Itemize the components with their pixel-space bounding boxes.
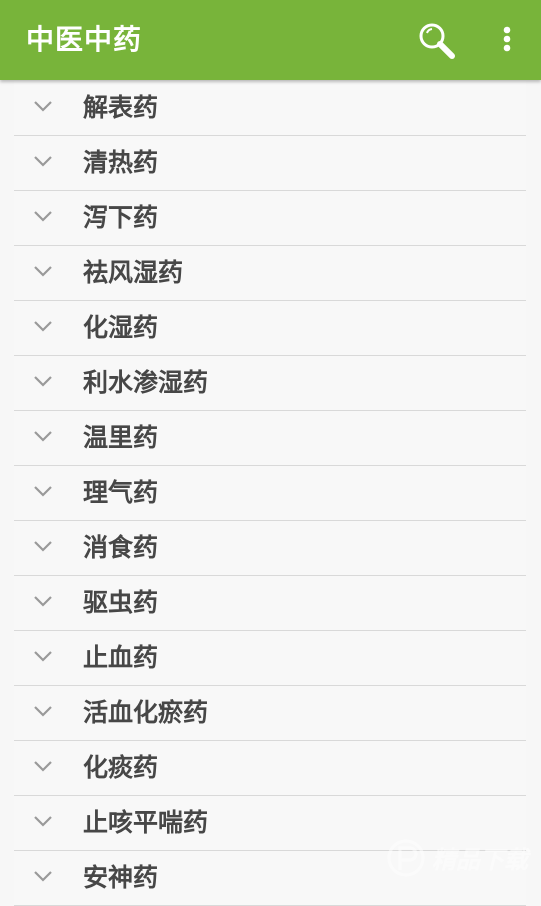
category-row[interactable]: 温里药 xyxy=(14,411,526,466)
category-row[interactable]: 驱虫药 xyxy=(14,576,526,631)
category-label: 化湿药 xyxy=(83,313,159,342)
category-row[interactable]: 清热药 xyxy=(14,136,526,191)
watermark-text: 精品下载 xyxy=(432,846,532,874)
category-row[interactable]: 止血药 xyxy=(14,631,526,686)
category-row[interactable]: 消食药 xyxy=(14,521,526,576)
chevron-down-icon xyxy=(34,761,52,772)
category-label: 理气药 xyxy=(83,478,159,507)
app-bar: 中医中药 xyxy=(0,0,541,80)
overflow-menu-button[interactable] xyxy=(490,18,524,64)
category-label: 温里药 xyxy=(83,423,159,452)
chevron-down-icon xyxy=(34,211,52,222)
app-title: 中医中药 xyxy=(26,23,143,56)
chevron-down-icon xyxy=(34,431,52,442)
category-row[interactable]: 化湿药 xyxy=(14,301,526,356)
chevron-down-icon xyxy=(34,541,52,552)
chevron-down-icon xyxy=(34,596,52,607)
category-label: 活血化瘀药 xyxy=(83,698,209,727)
category-label: 化痰药 xyxy=(83,753,159,782)
category-label: 祛风湿药 xyxy=(83,258,184,287)
category-label: 安神药 xyxy=(83,863,159,892)
category-row[interactable]: 利水渗湿药 xyxy=(14,356,526,411)
chevron-down-icon xyxy=(34,376,52,387)
chevron-down-icon xyxy=(34,101,52,112)
category-label: 清热药 xyxy=(83,148,159,177)
search-button[interactable] xyxy=(414,18,460,64)
chevron-down-icon xyxy=(34,871,52,882)
more-vert-icon xyxy=(503,26,511,52)
category-label: 驱虫药 xyxy=(83,588,159,617)
category-label: 解表药 xyxy=(83,93,159,122)
chevron-down-icon xyxy=(34,816,52,827)
chevron-down-icon xyxy=(34,486,52,497)
category-list: 解表药 清热药 泻下药 祛风湿药 化湿药 利水渗湿药 温里药 理气药 消食药 驱… xyxy=(14,81,526,906)
category-row[interactable]: 化痰药 xyxy=(14,741,526,796)
watermark-logo: 精品下载 xyxy=(387,839,532,877)
category-row[interactable]: 解表药 xyxy=(14,81,526,136)
chevron-down-icon xyxy=(34,706,52,717)
chevron-down-icon xyxy=(34,156,52,167)
category-label: 消食药 xyxy=(83,533,159,562)
chevron-down-icon xyxy=(34,321,52,332)
category-label: 利水渗湿药 xyxy=(83,368,209,397)
watermark: 精品下载 xyxy=(384,834,534,886)
search-icon xyxy=(419,23,455,59)
category-row[interactable]: 泻下药 xyxy=(14,191,526,246)
category-row[interactable]: 活血化瘀药 xyxy=(14,686,526,741)
category-row[interactable]: 祛风湿药 xyxy=(14,246,526,301)
category-row[interactable]: 理气药 xyxy=(14,466,526,521)
chevron-down-icon xyxy=(34,651,52,662)
category-label: 泻下药 xyxy=(83,203,159,232)
category-label: 止血药 xyxy=(83,643,159,672)
chevron-down-icon xyxy=(34,266,52,277)
category-label: 止咳平喘药 xyxy=(83,808,209,837)
